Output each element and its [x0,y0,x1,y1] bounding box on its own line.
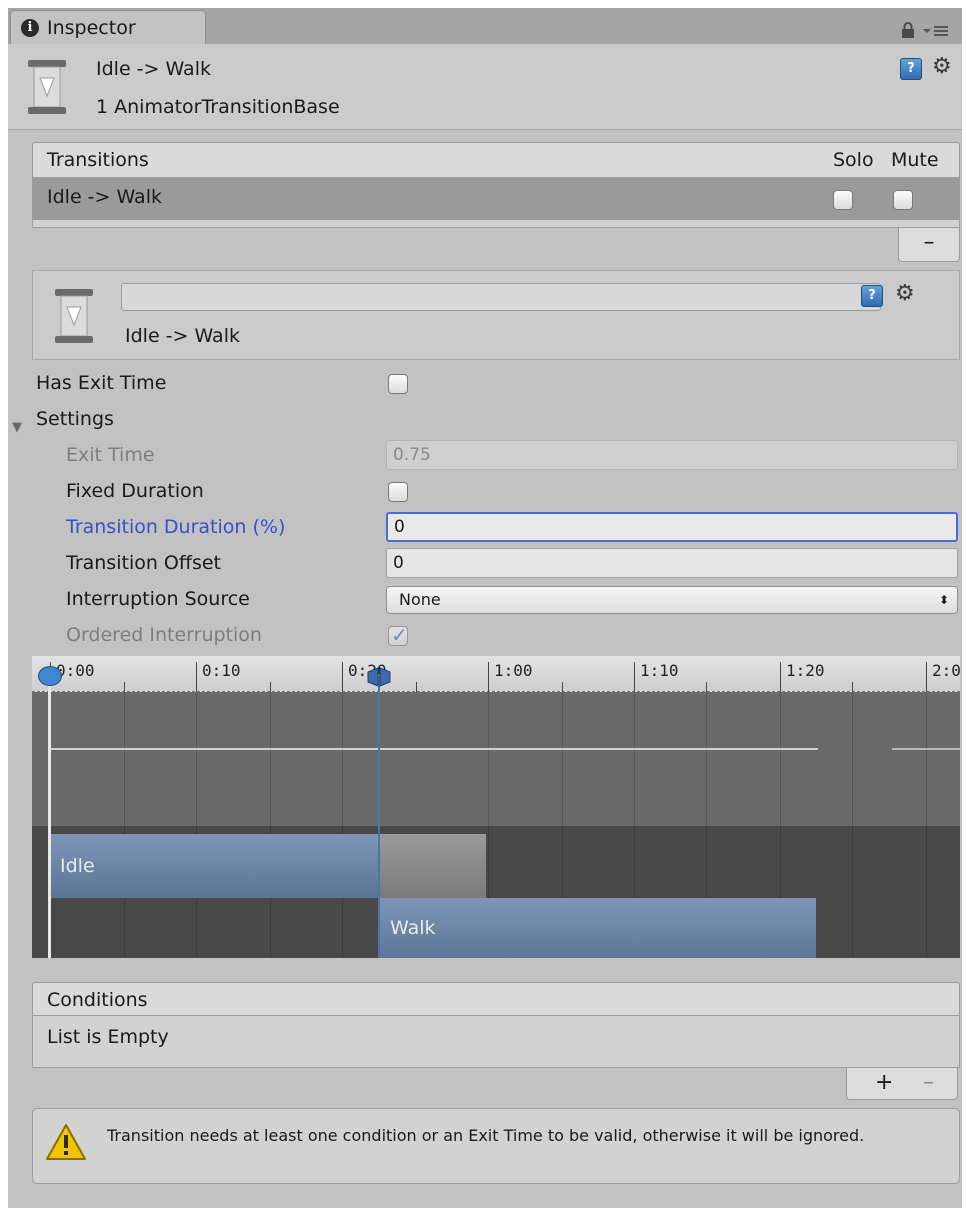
checkmark-icon: ✓ [391,623,408,647]
transitions-list-footer [32,220,960,228]
interruption-source-label: Interruption Source [66,588,250,610]
tick-minor [416,682,417,692]
help-icon[interactable]: ? [861,285,883,307]
solo-checkbox[interactable] [833,190,853,210]
conditions-list-header: Conditions [32,982,960,1016]
timeline-ruler[interactable]: 0:00 0:10 0:20 1:00 1:10 1:20 2:0 [32,656,960,692]
help-icon[interactable]: ? [900,58,922,80]
transition-offset-label: Transition Offset [66,552,222,574]
transitions-list-header: Transitions Solo Mute [32,142,960,178]
remove-transition-button[interactable]: – [898,228,960,262]
transition-row-label: Idle -> Walk [47,186,162,208]
warning-text: Transition needs at least one condition … [107,1126,865,1145]
tab-bar: i Inspector [8,8,962,46]
tick-label: 0:10 [202,661,241,680]
tick-label: 1:10 [640,661,679,680]
inspector-window: i Inspector Idle -> Walk 1 AnimatorTrans… [8,8,962,1208]
gear-icon[interactable]: ⚙ [932,56,952,78]
header-title: Idle -> Walk [96,58,211,80]
conditions-footer: + – [846,1068,958,1100]
grid-line [124,692,125,958]
warning-box: Transition needs at least one condition … [32,1108,960,1184]
add-condition-button[interactable]: + [875,1070,893,1095]
tick-minor [562,682,563,692]
grid-line [270,692,271,958]
settings-foldout-label[interactable]: Settings [36,408,114,430]
tick-minor [270,682,271,692]
grid-line [852,692,853,958]
tick-major [634,662,635,692]
ordered-interruption-label: Ordered Interruption [66,624,262,646]
transition-icon [55,289,93,343]
fixed-duration-checkbox[interactable] [388,482,408,502]
playhead-line [48,670,51,958]
gear-icon[interactable]: ⚙ [895,283,915,305]
transitions-header-label: Transitions [47,149,149,171]
info-icon: i [21,19,39,37]
tick-major [488,662,489,692]
transition-timeline[interactable]: Idle Walk 0:00 0:10 0:20 1:00 1:10 1:20 … [32,656,960,958]
exit-time-label: Exit Time [66,444,155,466]
remove-condition-button[interactable]: – [923,1070,934,1095]
conditions-list: List is Empty [32,1016,960,1068]
destination-clip-walk[interactable]: Walk [380,898,816,958]
tick-minor [124,682,125,692]
timeline-curve-area [32,692,960,826]
source-clip-idle[interactable]: Idle [50,834,380,898]
ordered-interruption-checkbox: ✓ [388,623,408,647]
transition-icon [28,60,66,114]
mute-checkbox[interactable] [893,190,913,210]
transition-row-selected[interactable]: Idle -> Walk [32,178,960,220]
transition-curve-tail [892,748,960,750]
tick-label: 1:20 [786,661,825,680]
warning-icon [46,1124,86,1160]
transition-detail-header: ? ⚙ Idle -> Walk [32,270,960,360]
has-exit-time-checkbox[interactable] [388,374,408,394]
inspector-header: Idle -> Walk 1 AnimatorTransitionBase ? … [8,44,962,130]
transition-detail-label: Idle -> Walk [125,325,240,347]
grid-line [926,692,927,958]
transition-duration-label: Transition Duration (%) [66,516,286,538]
transition-offset-field[interactable]: 0 [386,548,958,578]
tick-minor [852,682,853,692]
interruption-source-dropdown[interactable]: None ⬍ [386,586,958,614]
transition-start-line [378,676,380,958]
tick-label: 1:00 [494,661,533,680]
settings-foldout-arrow-icon[interactable]: ▼ [12,420,22,435]
transition-start-marker-icon[interactable] [366,666,392,688]
header-subtitle: 1 AnimatorTransitionBase [96,96,340,118]
exit-time-field: 0.75 [386,440,958,470]
dropdown-arrow-icon: ⬍ [938,593,949,607]
lock-icon[interactable] [900,22,916,38]
playhead-handle[interactable] [38,666,62,686]
grid-line [196,692,197,958]
grid-line [342,692,343,958]
panel-menu-icon[interactable] [922,24,950,38]
conditions-empty-text: List is Empty [47,1026,169,1048]
tab-label: Inspector [47,17,136,39]
tick-major [196,662,197,692]
tab-inspector[interactable]: i Inspector [10,10,206,46]
fixed-duration-label: Fixed Duration [66,480,204,502]
transition-duration-field[interactable]: 0 [386,512,958,542]
tick-major [926,662,927,692]
transition-curve [48,748,818,750]
transitions-list: Transitions Solo Mute Idle -> Walk – [32,142,960,262]
transition-blend-region[interactable] [380,834,486,898]
tick-major [342,662,343,692]
has-exit-time-label: Has Exit Time [36,372,167,394]
tick-minor [706,682,707,692]
conditions-header-label: Conditions [47,989,148,1011]
transition-name-field[interactable] [121,283,881,311]
mute-column-label: Mute [891,149,939,171]
tick-major [780,662,781,692]
tick-label: 2:0 [932,661,960,680]
interruption-source-value: None [399,590,441,609]
solo-column-label: Solo [833,149,874,171]
